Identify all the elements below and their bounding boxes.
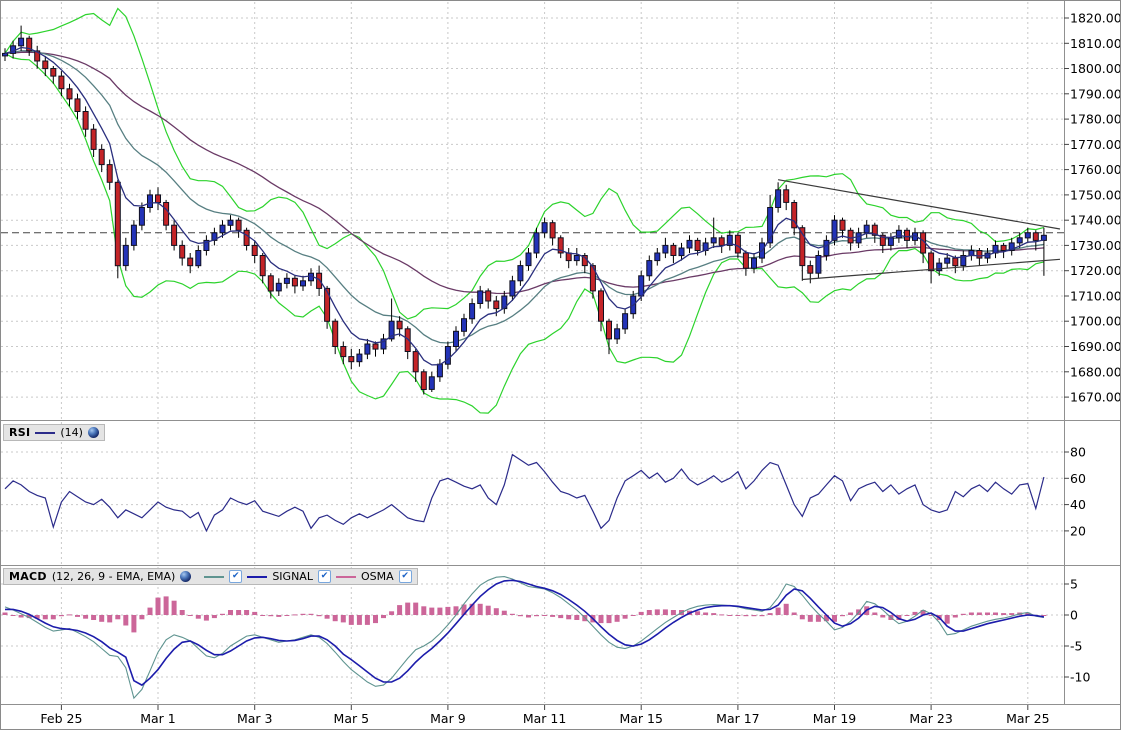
rsi-legend: RSI (14) [3,424,105,441]
macd-label: MACD [9,570,47,583]
svg-text:Mar 23: Mar 23 [909,711,952,726]
rsi-param: (14) [60,426,83,439]
svg-text:1800.00: 1800.00 [1070,61,1121,76]
chart-canvas[interactable]: 1820.00 1810.00 1800.00 1790.00 1780.00 1770.… [1,1,1121,730]
macd-axis-labels: 5 0 -5 -10 [1070,577,1090,685]
x-axis-labels: Feb 25 Mar 1 Mar 3 Mar 5 Mar 9 Mar 11 Mar 15 Ma… [40,711,1049,726]
svg-text:1720.00: 1720.00 [1070,263,1121,278]
macd-legend: MACD (12, 26, 9 - EMA, EMA) ✔ SIGNAL ✔ O… [3,568,418,585]
macd-line [5,577,1044,699]
svg-text:1780.00: 1780.00 [1070,112,1121,127]
signal-line-swatch [247,576,267,578]
signal-label: SIGNAL [272,570,313,583]
svg-text:-10: -10 [1070,670,1090,685]
rsi-line-swatch [35,432,55,434]
svg-text:1760.00: 1760.00 [1070,162,1121,177]
svg-text:60: 60 [1070,471,1086,486]
svg-text:-5: -5 [1070,639,1082,654]
bollinger-bands [5,9,1044,414]
svg-text:1680.00: 1680.00 [1070,364,1121,379]
macd-globe-icon[interactable] [180,571,191,582]
signal-line [5,580,1044,685]
panel-borders [1,1,1120,710]
svg-text:1670.00: 1670.00 [1070,390,1121,405]
macd-line-swatch [204,576,224,578]
svg-text:20: 20 [1070,523,1086,538]
osma-histogram [3,596,1047,632]
svg-text:0: 0 [1070,608,1078,623]
rsi-line [5,455,1044,531]
macd-visibility-checkbox[interactable]: ✔ [229,570,242,583]
trading-chart-window: 1820.00 1810.00 1800.00 1790.00 1780.00 1770.… [0,0,1121,730]
rsi-axis-labels: 80 60 40 20 [1070,445,1086,539]
osma-line-swatch [336,576,356,578]
signal-visibility-checkbox[interactable]: ✔ [318,570,331,583]
svg-text:1730.00: 1730.00 [1070,238,1121,253]
svg-text:1810.00: 1810.00 [1070,36,1121,51]
svg-text:1700.00: 1700.00 [1070,314,1121,329]
svg-text:1790.00: 1790.00 [1070,86,1121,101]
candles-layer [3,26,1047,395]
svg-text:1770.00: 1770.00 [1070,137,1121,152]
osma-label: OSMA [361,570,394,583]
svg-text:Mar 19: Mar 19 [813,711,857,726]
ma-slow-line [5,52,1044,293]
rsi-label: RSI [9,426,30,439]
svg-text:1740.00: 1740.00 [1070,213,1121,228]
svg-text:Mar 5: Mar 5 [334,711,370,726]
svg-text:Mar 25: Mar 25 [1006,711,1049,726]
svg-text:1690.00: 1690.00 [1070,339,1121,354]
svg-text:Feb 25: Feb 25 [40,711,82,726]
osma-visibility-checkbox[interactable]: ✔ [399,570,412,583]
main-y-axis-labels: 1820.00 1810.00 1800.00 1790.00 1780.00 1770.… [1070,11,1121,405]
svg-text:Mar 17: Mar 17 [716,711,759,726]
svg-text:5: 5 [1070,577,1078,592]
svg-text:Mar 15: Mar 15 [619,711,662,726]
svg-text:1750.00: 1750.00 [1070,187,1121,202]
svg-text:Mar 3: Mar 3 [237,711,273,726]
svg-text:1820.00: 1820.00 [1070,11,1121,26]
ma-fast-line [5,48,1044,365]
svg-text:Mar 1: Mar 1 [140,711,176,726]
svg-text:Mar 11: Mar 11 [523,711,566,726]
macd-param: (12, 26, 9 - EMA, EMA) [52,570,175,583]
svg-text:40: 40 [1070,497,1086,512]
rsi-globe-icon[interactable] [88,427,99,438]
svg-text:1710.00: 1710.00 [1070,289,1121,304]
svg-text:80: 80 [1070,445,1086,460]
svg-text:Mar 9: Mar 9 [430,711,466,726]
